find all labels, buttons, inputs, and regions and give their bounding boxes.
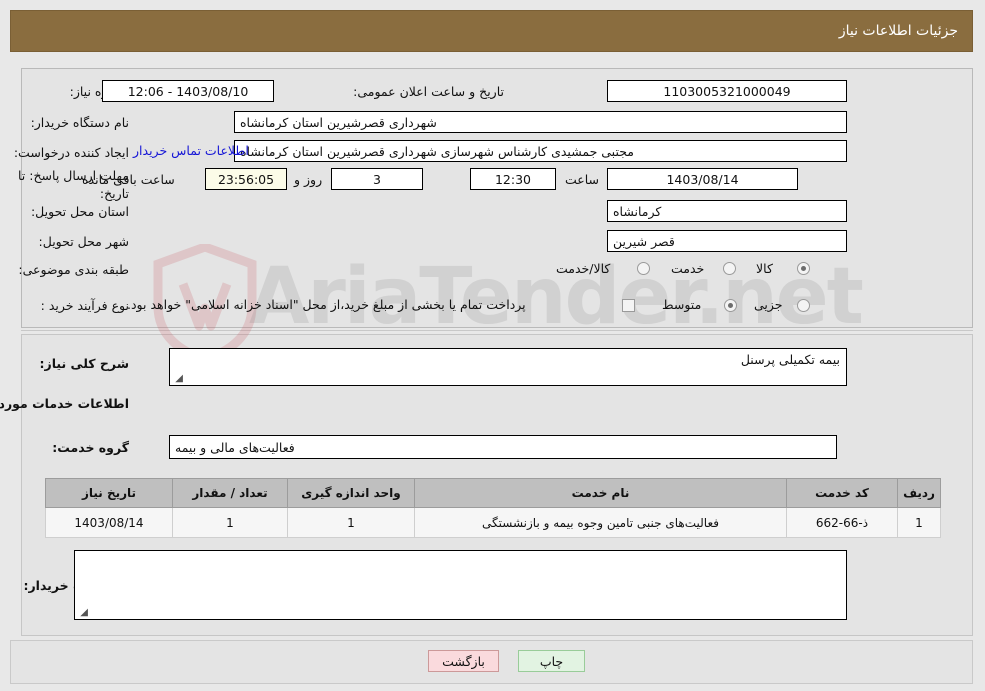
need-number-value: 1103005321000049 xyxy=(608,80,848,102)
need-summary-label: شرح کلی نیاز: xyxy=(40,356,130,371)
radio-process-motevaset-label: متوسط xyxy=(663,297,703,312)
col-unit: واحد اندازه گیری xyxy=(288,478,416,508)
cell-row: 1 xyxy=(898,507,942,538)
purchase-process-label: نوع فرآیند خرید : xyxy=(41,298,130,313)
buyer-organization-value: شهرداری قصرشیرین استان کرمانشاه xyxy=(235,111,848,133)
need-summary-value: بیمه تکمیلی پرسنل xyxy=(741,352,841,367)
radio-category-kala-label: کالا xyxy=(757,261,774,276)
deadline-time-value: 12:30 xyxy=(471,168,557,190)
delivery-province-label: استان محل تحویل: xyxy=(31,204,130,219)
cell-unit: 1 xyxy=(288,507,416,538)
radio-category-khedmat-label: خدمت xyxy=(672,261,706,276)
col-qty: تعداد / مقدار xyxy=(173,478,289,508)
page-title-bar: جزئیات اطلاعات نیاز xyxy=(11,10,974,52)
print-button[interactable]: چاپ xyxy=(519,650,586,672)
service-group-label: گروه خدمت: xyxy=(53,440,130,455)
section-divider xyxy=(22,330,974,331)
deadline-hour-label: ساعت xyxy=(566,172,601,187)
resize-grip-icon[interactable]: ◢ xyxy=(174,374,184,384)
deadline-date-value: 1403/08/14 xyxy=(608,168,799,190)
buyer-organization-label: نام دستگاه خریدار: xyxy=(31,115,130,130)
radio-process-jozii[interactable] xyxy=(798,299,811,312)
col-name: نام خدمت xyxy=(415,478,788,508)
subject-category-label: طبقه بندی موضوعی: xyxy=(19,262,130,277)
service-info-section-title: اطلاعات خدمات مورد نیاز xyxy=(0,396,130,411)
radio-category-kala[interactable] xyxy=(798,262,811,275)
buyer-notes-textarea[interactable]: ◢ xyxy=(75,550,848,620)
announcement-date-label: تاریخ و ساعت اعلان عمومی: xyxy=(354,84,505,99)
treasury-bonds-checkbox[interactable] xyxy=(623,299,636,312)
delivery-province-value: کرمانشاه xyxy=(608,200,848,222)
remaining-time-suffix: ساعت باقی مانده xyxy=(83,172,176,187)
remaining-time-countdown: 23:56:05 xyxy=(206,168,288,190)
table-header-row: ردیف کد خدمت نام خدمت واحد اندازه گیری ت… xyxy=(46,478,942,508)
requester-label: ایجاد کننده درخواست: xyxy=(14,145,130,160)
page-title: جزئیات اطلاعات نیاز xyxy=(839,23,959,39)
radio-process-motevaset[interactable] xyxy=(725,299,738,312)
table-row: 1 ذ-66-662 فعالیت‌های جنبی تامین وجوه بی… xyxy=(46,507,942,538)
buyer-contact-link[interactable]: اطلاعات تماس خریدار xyxy=(134,143,250,158)
remaining-days-suffix: روز و xyxy=(295,172,324,187)
radio-process-jozii-label: جزیی xyxy=(755,297,784,312)
treasury-bonds-note: پرداخت تمام یا بخشی از مبلغ خرید،از محل … xyxy=(128,297,527,312)
need-summary-textarea[interactable]: بیمه تکمیلی پرسنل ◢ xyxy=(170,348,848,386)
cell-date: 1403/08/14 xyxy=(46,507,174,538)
delivery-city-value: قصر شیرین xyxy=(608,230,848,252)
back-button[interactable]: بازگشت xyxy=(429,650,500,672)
radio-category-kala-khedmat[interactable] xyxy=(638,262,651,275)
remaining-days-value: 3 xyxy=(332,168,424,190)
cell-code: ذ-66-662 xyxy=(787,507,899,538)
deadline-label-line2: تاریخ: xyxy=(100,186,130,201)
need-info-panel xyxy=(22,68,974,328)
service-group-value: فعالیت‌های مالی و بیمه xyxy=(170,435,838,459)
requester-value: مجتبی جمشیدی کارشناس شهرسازی شهرداری قصر… xyxy=(235,140,848,162)
service-items-table: ردیف کد خدمت نام خدمت واحد اندازه گیری ت… xyxy=(46,478,942,538)
cell-name: فعالیت‌های جنبی تامین وجوه بیمه و بازنشس… xyxy=(415,507,788,538)
radio-category-khedmat[interactable] xyxy=(724,262,737,275)
delivery-city-label: شهر محل تحویل: xyxy=(39,234,130,249)
announcement-date-value: 1403/08/10 - 12:06 xyxy=(103,80,275,102)
resize-grip-icon-notes[interactable]: ◢ xyxy=(79,608,89,618)
cell-qty: 1 xyxy=(173,507,289,538)
radio-category-kala-khedmat-label: کالا/خدمت xyxy=(557,261,612,276)
col-row: ردیف xyxy=(898,478,942,508)
col-code: کد خدمت xyxy=(787,478,899,508)
col-date: تاریخ نیاز xyxy=(46,478,174,508)
